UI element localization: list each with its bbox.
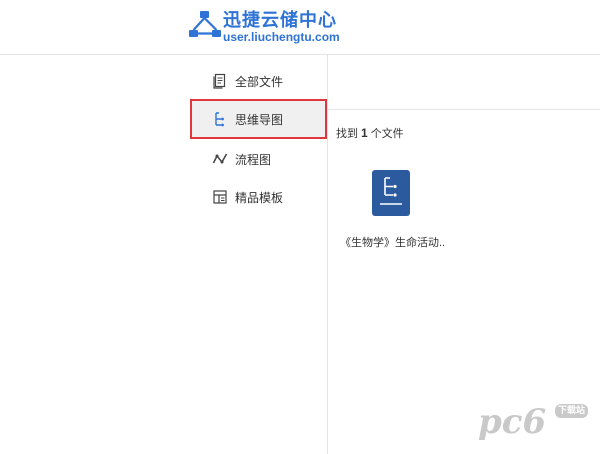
file-item[interactable]: 《生物学》生命活动.. xyxy=(336,166,448,252)
watermark-sub: 下载站 xyxy=(554,404,588,418)
file-count-text: 找到 1 个文件 xyxy=(336,125,404,141)
sidebar-item-all-files[interactable]: 全部文件 xyxy=(190,61,327,101)
mindmap-icon xyxy=(215,112,224,127)
sidebar-item-templates[interactable]: 精品模板 xyxy=(190,177,327,217)
brand-url[interactable]: user.liuchengtu.com xyxy=(223,30,340,44)
sidebar-item-mindmap[interactable]: 思维导图 xyxy=(190,99,327,139)
brand-title[interactable]: 迅捷云储中心 xyxy=(223,6,337,32)
count-suffix: 个文件 xyxy=(370,128,404,140)
count-prefix: 找到 xyxy=(336,128,358,140)
file-name: 《生物学》生命活动.. xyxy=(340,237,446,249)
mindmap-file-icon xyxy=(372,170,410,216)
sidebar-item-label: 全部文件 xyxy=(235,74,284,89)
sidebar-item-label: 精品模板 xyxy=(235,190,284,205)
watermark-logo: pc6 下载站 xyxy=(478,402,588,442)
document-icon xyxy=(213,73,226,89)
sidebar-item-label: 流程图 xyxy=(235,152,272,167)
header: 迅捷云储中心 user.liuchengtu.com xyxy=(0,0,600,55)
count-value: 1 xyxy=(361,126,368,140)
watermark-text: pc6 xyxy=(478,402,547,442)
main-toolbar xyxy=(328,55,600,110)
sidebar-item-flowchart[interactable]: 流程图 xyxy=(190,139,327,179)
sidebar-item-label: 思维导图 xyxy=(235,112,284,127)
flowchart-icon xyxy=(212,153,228,164)
network-logo-icon[interactable] xyxy=(187,9,223,39)
template-icon xyxy=(213,190,227,204)
